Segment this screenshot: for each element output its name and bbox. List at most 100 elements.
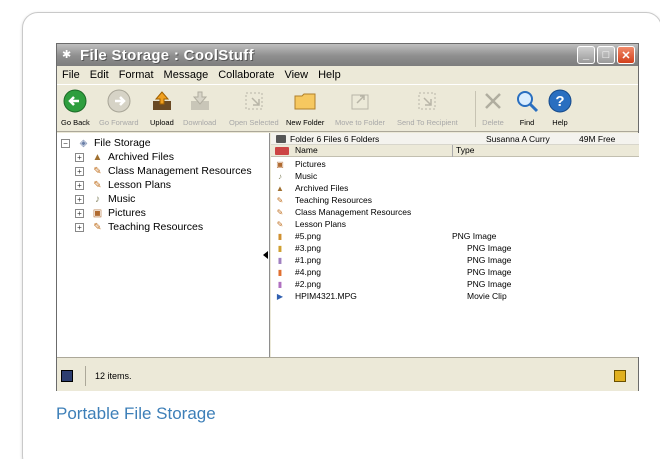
go-forward-button[interactable]: Go Forward <box>99 88 139 127</box>
list-item[interactable]: ▣ Pictures <box>271 159 639 170</box>
png-file-icon: ▮ <box>277 280 283 289</box>
app-icon: ✱ <box>62 49 72 61</box>
list-item[interactable]: ▲ Archived Files <box>271 183 639 194</box>
move-to-folder-label: Move to Folder <box>335 118 386 127</box>
close-button[interactable]: ✕ <box>617 46 635 64</box>
help-button[interactable]: ? Help <box>548 88 572 127</box>
png-file-icon: ▮ <box>277 232 283 241</box>
status-calendar-icon[interactable] <box>614 370 626 382</box>
expand-icon[interactable]: + <box>75 152 84 162</box>
list-item[interactable]: ▶ HPIM4321.MPG Movie Clip <box>271 291 639 302</box>
tree-item-lesson-plans[interactable]: + ✎ Lesson Plans <box>75 178 171 192</box>
tree-item-teaching-resources[interactable]: + ✎ Teaching Resources <box>75 220 203 234</box>
maximize-button[interactable]: □ <box>597 46 615 64</box>
list-item[interactable]: ▮ #4.png PNG Image <box>271 267 639 278</box>
find-button[interactable]: Find <box>515 88 539 127</box>
pencil-folder-icon: ✎ <box>93 179 102 191</box>
tree-item-label: Class Management Resources <box>108 165 252 177</box>
folder-tree: − ◈ File Storage + ▲ Archived Files + ✎ … <box>57 133 270 357</box>
move-to-folder-button[interactable]: Move to Folder <box>335 88 385 127</box>
help-question-icon: ? <box>548 88 572 114</box>
panel-toggle-icon[interactable] <box>61 370 73 382</box>
item-count: 12 items. <box>95 371 132 381</box>
pencil-folder-icon: ✎ <box>276 220 284 229</box>
tree-item-class-management[interactable]: + ✎ Class Management Resources <box>75 164 252 178</box>
delete-button[interactable]: Delete <box>482 88 504 127</box>
expand-icon[interactable]: + <box>75 194 84 204</box>
item-name: #3.png <box>295 243 321 253</box>
folder-icon <box>286 88 324 114</box>
list-item[interactable]: ▮ #3.png PNG Image <box>271 243 639 254</box>
list-item[interactable]: ▮ #2.png PNG Image <box>271 279 639 290</box>
item-type: PNG Image <box>452 231 497 241</box>
list-item[interactable]: ✎ Teaching Resources <box>271 195 639 206</box>
minimize-button[interactable]: _ <box>577 46 595 64</box>
magnifier-icon <box>515 88 539 114</box>
list-header: Name Type <box>271 145 639 157</box>
list-item[interactable]: ▮ #5.png PNG Image <box>271 231 639 242</box>
item-name: Teaching Resources <box>295 195 373 205</box>
go-back-button[interactable]: Go Back <box>61 88 90 127</box>
tree-item-archived-files[interactable]: + ▲ Archived Files <box>75 150 174 164</box>
go-back-label: Go Back <box>61 118 90 127</box>
menu-help[interactable]: Help <box>313 69 346 81</box>
column-icon[interactable] <box>275 147 289 155</box>
pencil-folder-icon: ✎ <box>276 208 284 217</box>
list-item[interactable]: ♪ Music <box>271 171 639 182</box>
list-item[interactable]: ✎ Class Management Resources <box>271 207 639 218</box>
tree-item-label: Pictures <box>108 207 146 219</box>
expand-icon[interactable]: + <box>75 180 84 190</box>
splitter-arrow-icon[interactable] <box>263 251 268 259</box>
open-selected-label: Open Selected <box>229 118 279 127</box>
file-storage-icon: ◈ <box>79 137 88 149</box>
menu-view[interactable]: View <box>279 69 313 81</box>
download-button[interactable]: Download <box>183 88 216 127</box>
new-folder-button[interactable]: New Folder <box>286 88 324 127</box>
tree-item-pictures[interactable]: + ▣ Pictures <box>75 206 146 220</box>
list-item[interactable]: ▮ #1.png PNG Image <box>271 255 639 266</box>
window-controls: _ □ ✕ <box>577 46 635 64</box>
folder-info: Folder 6 Files 6 Folders <box>276 134 379 144</box>
upload-icon <box>150 88 174 114</box>
movie-file-icon: ▶ <box>276 292 284 301</box>
tree-item-label: Music <box>108 193 136 205</box>
expand-icon[interactable]: + <box>75 222 84 232</box>
expand-icon[interactable]: + <box>75 166 84 176</box>
menu-file[interactable]: File <box>57 69 85 81</box>
list-item[interactable]: ✎ Lesson Plans <box>271 219 639 230</box>
send-to-recipient-button[interactable]: Send To Recipient <box>397 88 458 127</box>
menu-format[interactable]: Format <box>114 69 159 81</box>
upload-button[interactable]: Upload <box>150 88 174 127</box>
music-folder-icon: ♪ <box>278 172 282 181</box>
forward-arrow-icon <box>99 88 139 114</box>
file-storage-window: ✱ File Storage : CoolStuff _ □ ✕ File Ed… <box>56 43 639 391</box>
pencil-folder-icon: ✎ <box>93 221 102 233</box>
column-header-type[interactable]: Type <box>452 145 474 157</box>
download-icon <box>183 88 216 114</box>
delete-label: Delete <box>482 118 504 127</box>
tree-item-music[interactable]: + ♪ Music <box>75 192 135 206</box>
menu-collaborate[interactable]: Collaborate <box>213 69 279 81</box>
open-selected-icon <box>229 88 279 114</box>
user-name: Susanna A Curry <box>486 133 550 144</box>
toolbar-separator <box>475 91 476 127</box>
column-header-name[interactable]: Name <box>295 145 318 155</box>
pictures-folder-icon: ▣ <box>92 207 103 219</box>
pictures-folder-icon: ▣ <box>276 160 284 169</box>
collapse-icon[interactable]: − <box>61 138 70 148</box>
tree-root[interactable]: − ◈ File Storage <box>61 136 151 150</box>
tree-item-label: Lesson Plans <box>108 179 172 191</box>
folder-small-icon <box>276 134 286 143</box>
menu-message[interactable]: Message <box>159 69 214 81</box>
expand-icon[interactable]: + <box>75 208 84 218</box>
menu-edit[interactable]: Edit <box>85 69 114 81</box>
title-bar[interactable]: ✱ File Storage : CoolStuff _ □ ✕ <box>57 44 638 66</box>
tree-item-label: Teaching Resources <box>108 221 204 233</box>
archive-folder-icon: ▲ <box>92 151 103 163</box>
item-type: Movie Clip <box>467 291 507 301</box>
file-list: Folder 6 Files 6 Folders Susanna A Curry… <box>271 133 639 357</box>
tree-item-label: Archived Files <box>108 151 174 163</box>
item-name: Pictures <box>295 159 326 169</box>
new-folder-label: New Folder <box>286 118 325 127</box>
open-selected-button[interactable]: Open Selected <box>229 88 279 127</box>
